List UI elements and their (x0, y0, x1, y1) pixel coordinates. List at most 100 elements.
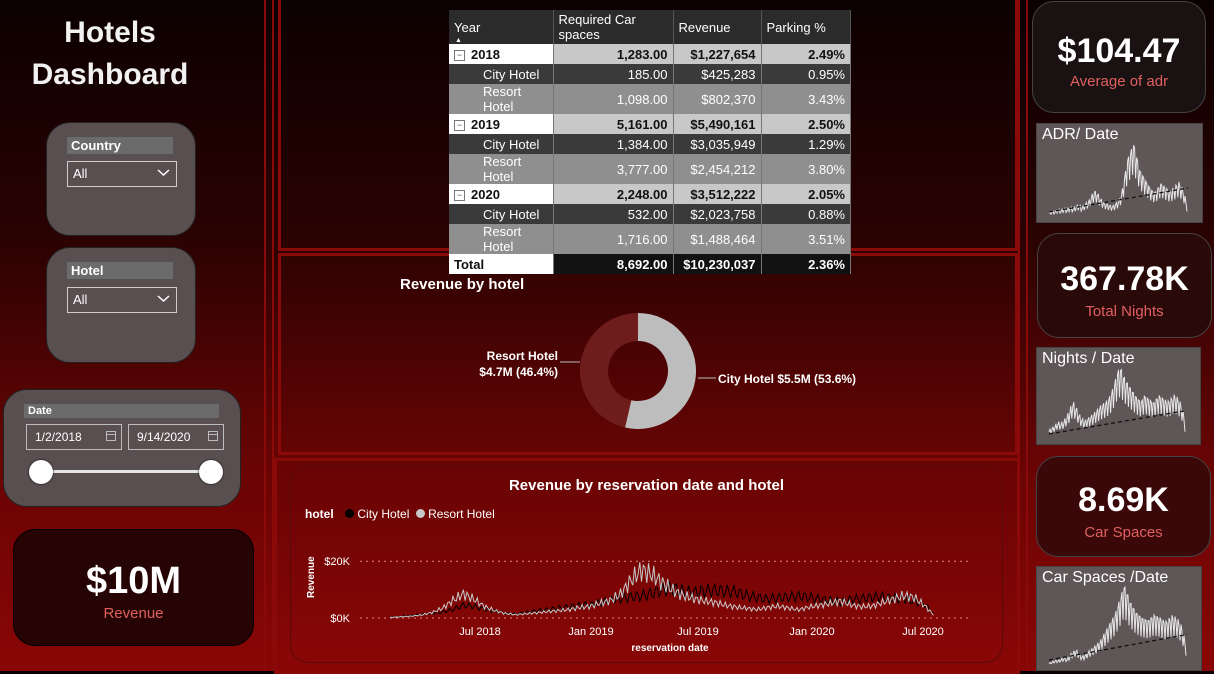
cell-revenue: $5,490,161 (673, 114, 762, 134)
legend-city-label[interactable]: City Hotel (357, 507, 409, 521)
cell-parking: 3.43% (761, 84, 851, 114)
x-tick-label: Jul 2020 (902, 626, 944, 638)
table-row: Resort Hotel 1,098.00 $802,370 3.43% (449, 84, 851, 114)
collapse-icon[interactable]: − (454, 49, 465, 61)
y-tick-label: $20K (324, 556, 350, 568)
revenue-card: $10M Revenue (13, 529, 254, 646)
header-year[interactable]: Year ▲ (449, 10, 554, 44)
cell-year: −2020 (449, 184, 554, 204)
date-slider-end-handle[interactable] (199, 460, 223, 484)
adr-mini-chart: ADR/ Date (1036, 123, 1203, 223)
cell-revenue: $2,454,212 (673, 154, 762, 184)
date-slicer: Date 1/2/2018 9/14/2020 (3, 389, 241, 507)
revenue-matrix-table: Year ▲ Required Car spaces Revenue Parki… (449, 10, 851, 274)
cell-car-spaces: 532.00 (553, 204, 674, 224)
cell-parking: 2.05% (761, 184, 851, 204)
resort-slice-label-line2: $4.7M (46.4%) (479, 365, 558, 379)
cell-car-spaces: 1,384.00 (553, 134, 674, 154)
cell-car-spaces: 1,283.00 (553, 44, 674, 64)
sort-ascending-icon: ▲ (455, 37, 462, 44)
line-chart-legend: hotel City Hotel Resort Hotel (305, 507, 495, 521)
country-slicer-label: Country (67, 137, 173, 154)
donut-chart: City Hotel $5.5M (53.6%) Resort Hotel $4.7… (479, 313, 856, 429)
cell-revenue: $3,512,222 (673, 184, 762, 204)
cell-car-spaces: 2,248.00 (553, 184, 674, 204)
cell-car-spaces: 3,777.00 (553, 154, 674, 184)
date-slider-track[interactable] (42, 470, 210, 473)
start-date-input[interactable]: 1/2/2018 (26, 424, 122, 450)
header-parking[interactable]: Parking % (761, 10, 851, 44)
legend-title: hotel (305, 507, 334, 521)
resort-slice-label-line1: Resort Hotel (487, 349, 558, 363)
left-divider (264, 0, 274, 671)
end-date-input[interactable]: 9/14/2020 (128, 424, 224, 450)
cell-car-spaces: 1,716.00 (553, 224, 674, 254)
chevron-down-icon (157, 288, 170, 316)
table-year-row: −2019 5,161.00 $5,490,161 2.50% (449, 114, 851, 134)
cell-parking: 3.80% (761, 154, 851, 184)
header-car-spaces[interactable]: Required Car spaces (553, 10, 674, 44)
trend-line (1048, 633, 1188, 661)
dashboard-title: Hotels Dashboard (0, 12, 220, 96)
cell-year: Total (449, 254, 554, 274)
calendar-icon[interactable] (106, 431, 116, 441)
hotel-dropdown[interactable]: All (67, 287, 177, 313)
cell-car-spaces: 8,692.00 (553, 254, 674, 274)
cell-car-spaces: 185.00 (553, 64, 674, 84)
line-chart: $0K $20K Revenue Jul 2018 Jan 2019 Jul 2019 Ja… (306, 556, 970, 654)
cell-year: City Hotel (449, 134, 554, 154)
trend-line (1048, 187, 1189, 213)
car-label: Car Spaces (1084, 524, 1163, 541)
table-row: City Hotel 532.00 $2,023,758 0.88% (449, 204, 851, 224)
hotel-slicer-label: Hotel (67, 262, 173, 279)
cell-year: Resort Hotel (449, 154, 554, 184)
country-dropdown[interactable]: All (67, 161, 177, 187)
table-year-row: −2018 1,283.00 $1,227,654 2.49% (449, 44, 851, 64)
chevron-down-icon (157, 162, 170, 190)
country-slicer: Country All (46, 122, 196, 236)
cell-car-spaces: 1,098.00 (553, 84, 674, 114)
nights-mini-chart: Nights / Date (1036, 347, 1201, 445)
x-axis-title: reservation date (631, 643, 709, 654)
legend-dot-resort (415, 509, 425, 518)
cell-revenue: $10,230,037 (673, 254, 762, 274)
collapse-icon[interactable]: − (454, 119, 465, 131)
cell-year: −2019 (449, 114, 554, 134)
legend-resort-label[interactable]: Resort Hotel (428, 507, 495, 521)
cell-revenue: $802,370 (673, 84, 762, 114)
calendar-icon[interactable] (208, 431, 218, 441)
cell-parking: 0.88% (761, 204, 851, 224)
cell-revenue: $1,488,464 (673, 224, 762, 254)
adr-label: Average of adr (1069, 73, 1169, 90)
mini-series-line (1048, 145, 1188, 216)
header-revenue[interactable]: Revenue (673, 10, 762, 44)
table-row: Resort Hotel 1,716.00 $1,488,464 3.51% (449, 224, 851, 254)
table-row: Resort Hotel 3,777.00 $2,454,212 3.80% (449, 154, 851, 184)
table-header-row: Year ▲ Required Car spaces Revenue Parki… (449, 10, 851, 44)
legend-dot-city (345, 509, 355, 518)
x-tick-label: Jan 2020 (789, 626, 834, 638)
x-tick-label: Jan 2019 (568, 626, 613, 638)
table-row: City Hotel 185.00 $425,283 0.95% (449, 64, 851, 84)
city-slice-label: City Hotel $5.5M (53.6%) (718, 372, 856, 386)
cell-year: Resort Hotel (449, 224, 554, 254)
mini-series-line (1048, 368, 1186, 435)
mini-series-line (1048, 585, 1187, 665)
table-total-row: Total 8,692.00 $10,230,037 2.36% (449, 254, 851, 274)
date-slider-start-handle[interactable] (29, 460, 53, 484)
cell-parking: 1.29% (761, 134, 851, 154)
y-tick-label: $0K (330, 613, 350, 625)
cell-year: −2018 (449, 44, 554, 64)
car-value: 8.69K (1078, 481, 1169, 519)
cell-parking: 2.49% (761, 44, 851, 64)
country-dropdown-value: All (73, 166, 88, 181)
cell-year: City Hotel (449, 64, 554, 84)
table-year-row: −2020 2,248.00 $3,512,222 2.05% (449, 184, 851, 204)
nights-label: Total Nights (1085, 303, 1164, 320)
x-tick-label: Jul 2019 (677, 626, 719, 638)
collapse-icon[interactable]: − (454, 189, 465, 201)
date-slicer-label: Date (24, 404, 219, 418)
revenue-label: Revenue (103, 605, 164, 622)
nights-card: 367.78K Total Nights (1037, 233, 1212, 338)
nights-value: 367.78K (1060, 260, 1189, 298)
